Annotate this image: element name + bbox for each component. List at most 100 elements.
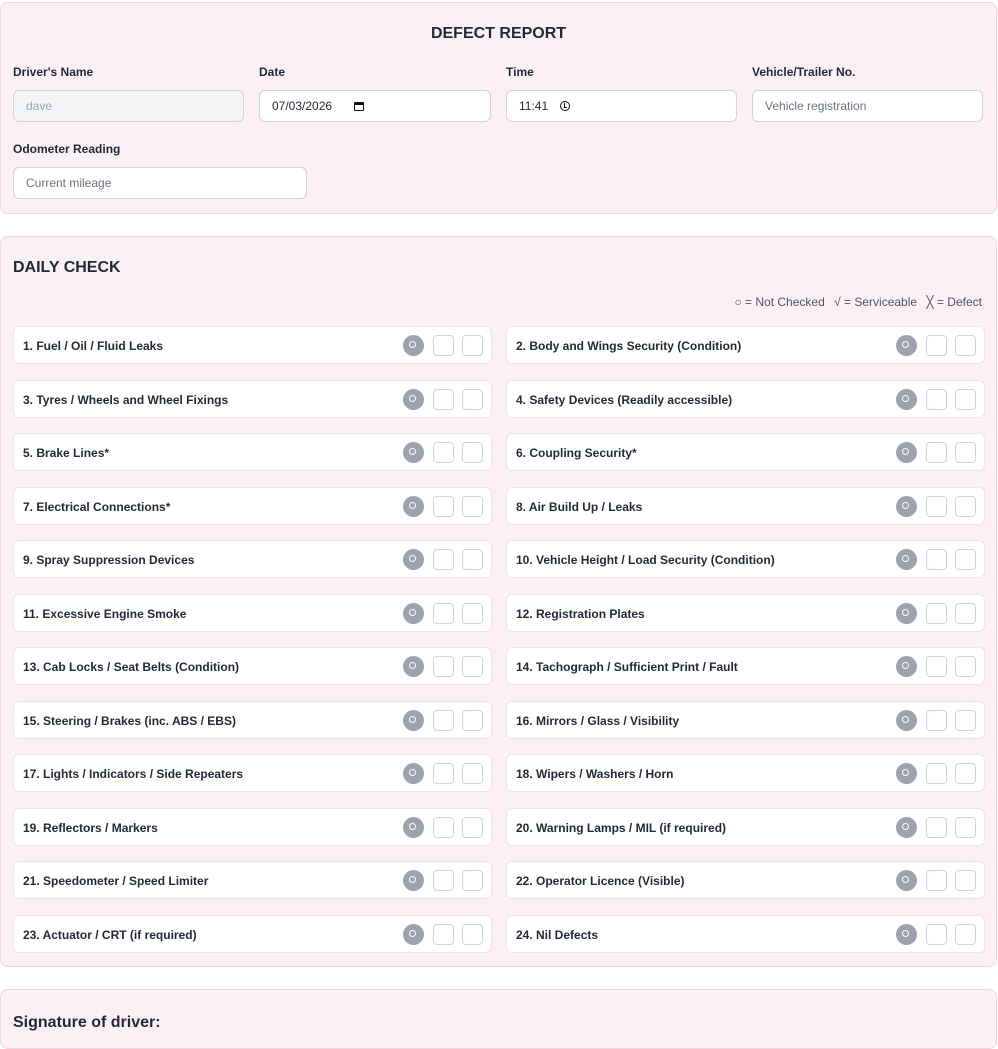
not-checked-toggle[interactable] xyxy=(403,602,424,624)
not-checked-toggle[interactable] xyxy=(896,335,917,356)
serviceable-checkbox[interactable] xyxy=(433,709,454,731)
not-checked-toggle[interactable] xyxy=(403,335,424,356)
defect-checkbox[interactable] xyxy=(462,870,483,891)
defect-checkbox[interactable] xyxy=(462,442,483,463)
defect-checkbox[interactable] xyxy=(462,549,483,570)
defect-checkbox[interactable] xyxy=(955,816,976,838)
serviceable-checkbox[interactable] xyxy=(926,442,947,463)
not-checked-toggle[interactable] xyxy=(896,816,917,838)
check-item: 8. Air Build Up / Leaks xyxy=(506,486,985,525)
serviceable-checkbox[interactable] xyxy=(926,602,947,624)
defect-checkbox[interactable] xyxy=(955,709,976,731)
defect-checkbox[interactable] xyxy=(462,816,483,838)
not-checked-toggle[interactable] xyxy=(403,709,424,731)
defect-checkbox[interactable] xyxy=(462,495,483,517)
not-checked-toggle[interactable] xyxy=(403,923,424,945)
odometer-placeholder: Current mileage xyxy=(26,176,112,190)
serviceable-checkbox[interactable] xyxy=(433,923,454,945)
date-field[interactable]: 07/03/2026 xyxy=(259,90,491,122)
not-checked-toggle[interactable] xyxy=(403,495,424,517)
vehicle-registration-input[interactable]: Vehicle registration xyxy=(752,90,983,122)
serviceable-checkbox[interactable] xyxy=(926,549,947,570)
clock-icon[interactable] xyxy=(560,101,571,111)
legend-defect: ╳ = Defect xyxy=(926,295,982,309)
serviceable-checkbox[interactable] xyxy=(926,763,947,784)
defect-checkbox[interactable] xyxy=(462,388,483,410)
defect-checkbox[interactable] xyxy=(955,923,976,945)
check-item: 24. Nil Defects xyxy=(506,914,985,953)
serviceable-checkbox[interactable] xyxy=(926,923,947,945)
serviceable-checkbox[interactable] xyxy=(433,870,454,891)
not-checked-toggle[interactable] xyxy=(896,549,917,570)
defect-checkbox[interactable] xyxy=(955,495,976,517)
defect-checkbox[interactable] xyxy=(955,388,976,410)
defect-checkbox[interactable] xyxy=(462,763,483,784)
not-checked-toggle[interactable] xyxy=(403,816,424,838)
serviceable-checkbox[interactable] xyxy=(433,442,454,463)
check-item-label: 21. Speedometer / Speed Limiter xyxy=(23,874,209,888)
defect-checkbox[interactable] xyxy=(462,709,483,731)
check-item-label: 13. Cab Locks / Seat Belts (Condition) xyxy=(23,660,240,674)
serviceable-checkbox[interactable] xyxy=(926,870,947,891)
serviceable-checkbox[interactable] xyxy=(926,656,947,677)
serviceable-checkbox[interactable] xyxy=(926,495,947,517)
serviceable-checkbox[interactable] xyxy=(433,656,454,677)
time-field[interactable]: 11:41 xyxy=(506,90,737,122)
vehicle-placeholder: Vehicle registration xyxy=(765,99,867,113)
check-item-label: 12. Registration Plates xyxy=(516,606,645,621)
serviceable-checkbox[interactable] xyxy=(926,388,947,410)
not-checked-toggle[interactable] xyxy=(403,763,424,784)
serviceable-checkbox[interactable] xyxy=(926,709,947,731)
check-item: 7. Electrical Connections* xyxy=(13,486,492,525)
not-checked-toggle[interactable] xyxy=(896,763,917,784)
not-checked-toggle[interactable] xyxy=(896,602,917,624)
check-item: 6. Coupling Security* xyxy=(506,433,985,471)
serviceable-checkbox[interactable] xyxy=(433,763,454,784)
defect-checkbox[interactable] xyxy=(955,870,976,891)
defect-checkbox[interactable] xyxy=(462,656,483,677)
not-checked-toggle[interactable] xyxy=(403,549,424,570)
serviceable-checkbox[interactable] xyxy=(433,335,454,356)
defect-checkbox[interactable] xyxy=(955,602,976,624)
defect-checkbox[interactable] xyxy=(955,549,976,570)
defect-checkbox[interactable] xyxy=(462,923,483,945)
defect-checkbox[interactable] xyxy=(955,335,976,356)
not-checked-toggle[interactable] xyxy=(896,388,917,410)
defect-checkbox[interactable] xyxy=(462,602,483,624)
defect-checkbox[interactable] xyxy=(462,335,483,356)
date-label: Date xyxy=(259,65,286,79)
check-item-label: 24. Nil Defects xyxy=(516,927,599,942)
odometer-input[interactable]: Current mileage xyxy=(13,167,307,199)
driver-name-value: dave xyxy=(26,99,53,113)
not-checked-toggle[interactable] xyxy=(403,442,424,463)
check-item: 12. Registration Plates xyxy=(506,593,985,632)
defect-checkbox[interactable] xyxy=(955,442,976,463)
check-item: 23. Actuator / CRT (if required) xyxy=(13,914,492,953)
not-checked-toggle[interactable] xyxy=(896,923,917,945)
serviceable-checkbox[interactable] xyxy=(433,388,454,410)
serviceable-checkbox[interactable] xyxy=(433,816,454,838)
not-checked-toggle[interactable] xyxy=(896,495,917,517)
serviceable-checkbox[interactable] xyxy=(926,335,947,356)
defect-checkbox[interactable] xyxy=(955,763,976,784)
check-item-label: 22. Operator Licence (Visible) xyxy=(516,874,685,888)
not-checked-toggle[interactable] xyxy=(403,388,424,410)
check-item-label: 17. Lights / Indicators / Side Repeaters xyxy=(23,767,244,781)
not-checked-toggle[interactable] xyxy=(403,870,424,891)
not-checked-toggle[interactable] xyxy=(403,656,424,677)
serviceable-checkbox[interactable] xyxy=(926,816,947,838)
serviceable-checkbox[interactable] xyxy=(433,495,454,517)
serviceable-checkbox[interactable] xyxy=(433,602,454,624)
check-item-label: 14. Tachograph / Sufficient Print / Faul… xyxy=(516,660,738,674)
calendar-icon[interactable] xyxy=(354,101,365,111)
not-checked-toggle[interactable] xyxy=(896,442,917,463)
defect-checkbox[interactable] xyxy=(955,656,976,677)
driver-name-field: dave xyxy=(13,90,244,122)
serviceable-checkbox[interactable] xyxy=(433,549,454,570)
not-checked-toggle[interactable] xyxy=(896,709,917,731)
not-checked-toggle[interactable] xyxy=(896,870,917,891)
check-item: 9. Spray Suppression Devices xyxy=(13,540,492,578)
signature-title: Signature of driver: xyxy=(13,1014,161,1031)
check-item-label: 7. Electrical Connections* xyxy=(23,499,171,514)
not-checked-toggle[interactable] xyxy=(896,656,917,677)
